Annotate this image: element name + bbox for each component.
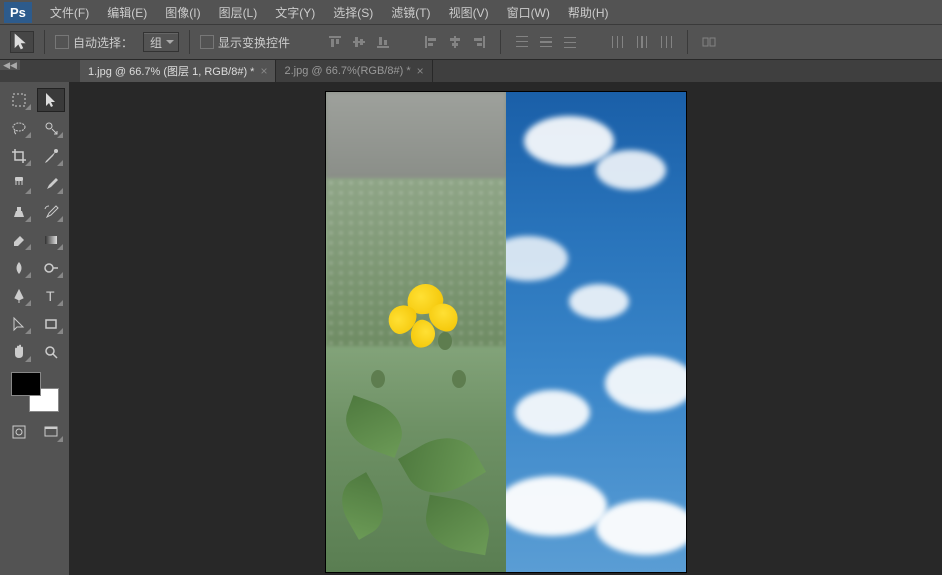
- workspace: T: [0, 82, 942, 575]
- menu-type[interactable]: 文字(Y): [267, 1, 323, 24]
- menu-help[interactable]: 帮助(H): [560, 1, 617, 24]
- separator: [189, 30, 190, 54]
- align-left-icon[interactable]: [420, 31, 442, 53]
- auto-align-icon[interactable]: [698, 31, 720, 53]
- brush-tool[interactable]: [37, 172, 65, 196]
- menu-filter[interactable]: 滤镜(T): [383, 1, 438, 24]
- panel-collapse-handle[interactable]: ◀◀: [0, 60, 20, 70]
- lasso-tool[interactable]: [5, 116, 33, 140]
- path-select-tool[interactable]: [5, 312, 33, 336]
- menu-bar: Ps 文件(F) 编辑(E) 图像(I) 图层(L) 文字(Y) 选择(S) 滤…: [0, 0, 942, 24]
- clone-stamp-tool[interactable]: [5, 200, 33, 224]
- show-transform-option[interactable]: 显示变换控件: [200, 34, 290, 51]
- align-bottom-icon[interactable]: [372, 31, 394, 53]
- document-tab-label: 1.jpg @ 66.7% (图层 1, RGB/8#) *: [88, 63, 254, 79]
- distribute-right-icon[interactable]: [655, 31, 677, 53]
- align-group-1: [324, 31, 394, 53]
- canvas-layer-sky: [506, 92, 686, 572]
- distribute-vcenter-icon[interactable]: [535, 31, 557, 53]
- close-icon[interactable]: ×: [417, 64, 424, 78]
- menu-image[interactable]: 图像(I): [157, 1, 208, 24]
- eraser-tool[interactable]: [5, 228, 33, 252]
- menu-select[interactable]: 选择(S): [325, 1, 381, 24]
- distribute-bottom-icon[interactable]: [559, 31, 581, 53]
- shape-tool[interactable]: [37, 312, 65, 336]
- auto-select-target-dropdown[interactable]: 组: [143, 32, 179, 52]
- foreground-color-swatch[interactable]: [11, 372, 41, 396]
- distribute-hcenter-icon[interactable]: [631, 31, 653, 53]
- pen-tool[interactable]: [5, 284, 33, 308]
- align-right-icon[interactable]: [468, 31, 490, 53]
- auto-select-checkbox[interactable]: [55, 35, 69, 49]
- show-transform-label: 显示变换控件: [218, 34, 290, 51]
- quickmask-tool[interactable]: [5, 420, 33, 444]
- eyedropper-tool[interactable]: [37, 144, 65, 168]
- blur-tool[interactable]: [5, 256, 33, 280]
- distribute-left-icon[interactable]: [607, 31, 629, 53]
- align-top-icon[interactable]: [324, 31, 346, 53]
- align-vcenter-icon[interactable]: [348, 31, 370, 53]
- document-canvas[interactable]: [326, 92, 686, 572]
- move-tool-indicator[interactable]: [10, 31, 34, 53]
- options-bar: 自动选择： 组 显示变换控件: [0, 24, 942, 60]
- auto-select-label: 自动选择：: [73, 34, 133, 51]
- show-transform-checkbox[interactable]: [200, 35, 214, 49]
- move-tool[interactable]: [37, 88, 65, 112]
- align-hcenter-icon[interactable]: [444, 31, 466, 53]
- auto-select-option[interactable]: 自动选择：: [55, 34, 133, 51]
- app-logo: Ps: [4, 2, 32, 23]
- marquee-tool[interactable]: [5, 88, 33, 112]
- color-swatches[interactable]: [11, 372, 59, 412]
- separator: [687, 30, 688, 54]
- document-tab-bar: 1.jpg @ 66.7% (图层 1, RGB/8#) * × 2.jpg @…: [0, 60, 942, 82]
- separator: [44, 30, 45, 54]
- auto-select-target-value: 组: [150, 34, 162, 51]
- gradient-tool[interactable]: [37, 228, 65, 252]
- close-icon[interactable]: ×: [260, 64, 267, 78]
- distribute-group-2: [607, 31, 677, 53]
- document-tab-label: 2.jpg @ 66.7%(RGB/8#) *: [284, 65, 410, 77]
- align-group-2: [420, 31, 490, 53]
- healing-brush-tool[interactable]: [5, 172, 33, 196]
- document-tab-2[interactable]: 2.jpg @ 66.7%(RGB/8#) * ×: [276, 60, 432, 82]
- quick-select-tool[interactable]: [37, 116, 65, 140]
- menu-file[interactable]: 文件(F): [42, 1, 97, 24]
- distribute-top-icon[interactable]: [511, 31, 533, 53]
- hand-tool[interactable]: [5, 340, 33, 364]
- distribute-group-1: [511, 31, 581, 53]
- canvas-area[interactable]: [70, 82, 942, 575]
- separator: [500, 30, 501, 54]
- toolbox: T: [0, 82, 70, 575]
- zoom-tool[interactable]: [37, 340, 65, 364]
- canvas-layer-flower: [326, 92, 506, 572]
- history-brush-tool[interactable]: [37, 200, 65, 224]
- menu-layer[interactable]: 图层(L): [211, 1, 266, 24]
- auto-align-group: [698, 31, 720, 53]
- menu-window[interactable]: 窗口(W): [499, 1, 558, 24]
- screenmode-tool[interactable]: [37, 420, 65, 444]
- crop-tool[interactable]: [5, 144, 33, 168]
- document-tab-1[interactable]: 1.jpg @ 66.7% (图层 1, RGB/8#) * ×: [80, 60, 276, 82]
- type-tool[interactable]: T: [37, 284, 65, 308]
- menu-edit[interactable]: 编辑(E): [99, 1, 155, 24]
- svg-text:T: T: [46, 288, 55, 304]
- menu-view[interactable]: 视图(V): [441, 1, 497, 24]
- dodge-tool[interactable]: [37, 256, 65, 280]
